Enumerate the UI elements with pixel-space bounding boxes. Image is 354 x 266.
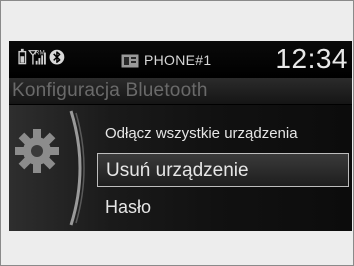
paired-phone-name: PHONE#1 — [144, 52, 212, 68]
gear-icon — [15, 129, 59, 173]
figure-frame: RM PHONE#1 12:34 Konfiguracja Bluetooth — [0, 0, 354, 266]
selector-arc — [69, 110, 85, 226]
clock: 12:34 — [275, 43, 348, 74]
menu-item-passcode[interactable]: Hasło — [97, 192, 349, 222]
screen-title: Konfiguracja Bluetooth — [12, 80, 208, 101]
menu-area: Odłącz wszystkie urządzenia Usuń urządze… — [9, 105, 352, 231]
menu-item-delete-device[interactable]: Usuń urządzenie — [97, 153, 349, 187]
menu-item-disconnect-all[interactable]: Odłącz wszystkie urządzenia — [97, 121, 349, 147]
status-bar: RM PHONE#1 12:34 — [9, 41, 352, 77]
phone-icon — [121, 54, 139, 68]
roaming-label: RM — [35, 49, 45, 56]
title-bar: Konfiguracja Bluetooth — [9, 78, 352, 104]
bluetooth-icon — [49, 49, 65, 65]
signal-icon: RM — [27, 49, 46, 65]
bluetooth-setup-screen: RM PHONE#1 12:34 Konfiguracja Bluetooth — [9, 41, 352, 231]
battery-icon — [18, 48, 27, 65]
status-icons: RM — [18, 48, 65, 65]
